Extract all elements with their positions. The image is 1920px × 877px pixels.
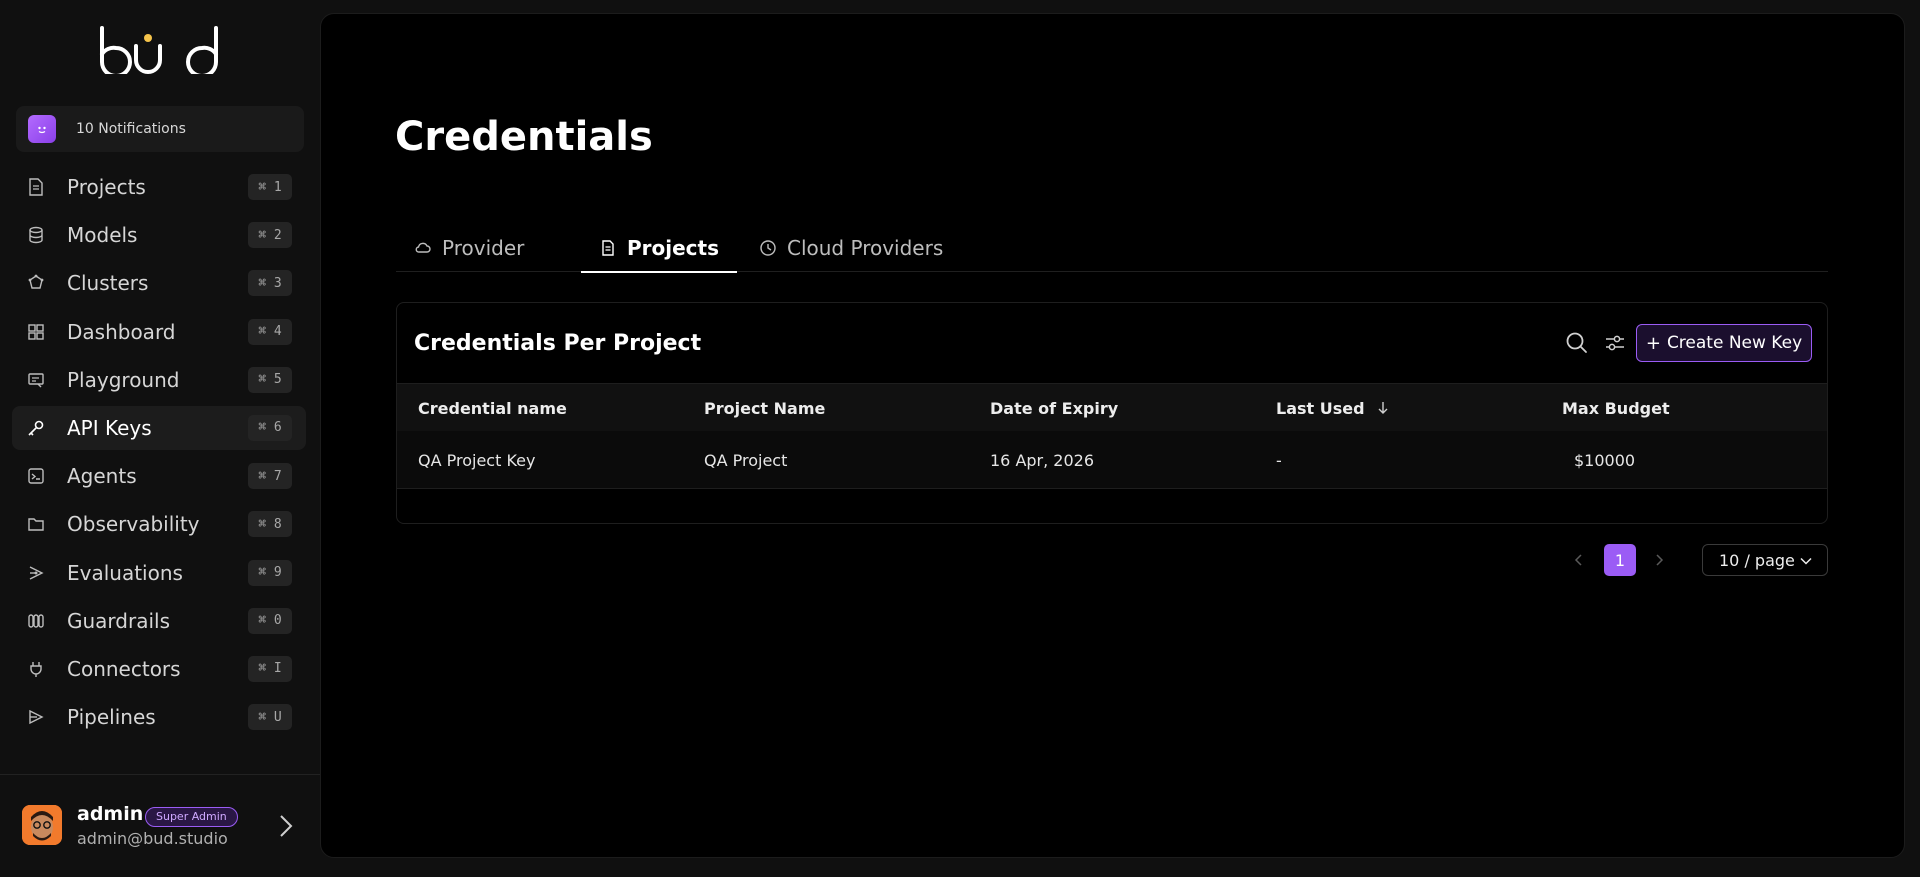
clock-icon bbox=[760, 240, 776, 256]
plug-icon bbox=[30, 661, 42, 677]
cell-project-name: QA Project bbox=[704, 450, 788, 470]
sidebar-item-label: Evaluations bbox=[67, 560, 183, 585]
chevron-down-icon bbox=[1800, 557, 1812, 565]
cluster-icon bbox=[28, 274, 44, 290]
cell-last-used: - bbox=[1276, 450, 1282, 470]
column-header-label: Last Used bbox=[1276, 398, 1365, 418]
sidebar-item-pipelines[interactable]: Pipelines ⌘ U bbox=[12, 695, 306, 739]
shortcut-badge: ⌘ 3 bbox=[248, 270, 292, 297]
column-header-project-name[interactable]: Project Name bbox=[704, 384, 825, 432]
chevron-left-icon[interactable] bbox=[1571, 552, 1587, 568]
sidebar-item-projects[interactable]: Projects ⌘ 1 bbox=[12, 165, 306, 209]
sidebar-item-label: Guardrails bbox=[67, 608, 171, 633]
guardrails-icon bbox=[28, 613, 44, 628]
table-row[interactable]: QA Project Key QA Project 16 Apr, 2026 -… bbox=[397, 431, 1827, 489]
sidebar-item-evaluations[interactable]: Evaluations ⌘ 9 bbox=[12, 551, 306, 595]
sidebar-item-connectors[interactable]: Connectors ⌘ I bbox=[12, 647, 306, 691]
sort-arrow-down-icon[interactable] bbox=[1377, 401, 1389, 415]
tab-bar: Provider Projects Cloud Providers bbox=[396, 224, 1828, 273]
column-header-credential-name[interactable]: Credential name bbox=[418, 384, 567, 432]
create-new-key-label: Create New Key bbox=[1666, 333, 1803, 353]
shortcut-badge: ⌘ U bbox=[248, 704, 292, 731]
sidebar-item-label: Models bbox=[67, 223, 138, 248]
notification-bell-icon bbox=[28, 115, 56, 143]
terminal-icon bbox=[28, 468, 44, 484]
sidebar-nav: Projects ⌘ 1 Models ⌘ 2 Clusters ⌘ 3 Dashboard… bbox=[12, 165, 306, 743]
shortcut-badge: ⌘ 9 bbox=[248, 559, 292, 586]
column-header-date-of-expiry[interactable]: Date of Expiry bbox=[990, 384, 1118, 432]
plus-icon: + bbox=[1645, 332, 1661, 354]
shortcut-badge: ⌘ 1 bbox=[248, 174, 292, 200]
sidebar: 10 Notifications Projects ⌘ 1 Models ⌘ 2 Clu… bbox=[0, 0, 320, 877]
avatar bbox=[22, 805, 62, 845]
page-title: Credentials bbox=[395, 114, 653, 160]
user-profile[interactable]: admin Super Admin admin@bud.studio bbox=[0, 774, 320, 877]
shortcut-badge: ⌘ 6 bbox=[248, 414, 292, 441]
column-header-max-budget[interactable]: Max Budget bbox=[1562, 384, 1670, 432]
create-new-key-button[interactable]: + Create New Key bbox=[1636, 324, 1812, 362]
shortcut-badge: ⌘ 5 bbox=[248, 366, 292, 393]
chevron-right-icon[interactable] bbox=[1651, 552, 1667, 568]
evaluation-icon bbox=[29, 565, 44, 580]
cloud-icon bbox=[415, 242, 431, 253]
shortcut-badge: ⌘ 4 bbox=[248, 318, 292, 345]
tab-cloud-providers[interactable]: Cloud Providers bbox=[759, 224, 943, 272]
document-icon bbox=[29, 178, 43, 196]
notifications-label: 10 Notifications bbox=[76, 121, 186, 137]
user-name: admin bbox=[77, 803, 144, 825]
sidebar-item-observability[interactable]: Observability ⌘ 8 bbox=[12, 502, 306, 546]
tab-provider[interactable]: Provider bbox=[414, 224, 524, 272]
page-size-select[interactable]: 10 / page bbox=[1702, 544, 1828, 576]
shortcut-badge: ⌘ I bbox=[248, 655, 292, 682]
sidebar-item-api-keys[interactable]: API Keys ⌘ 6 bbox=[12, 405, 306, 450]
shortcut-badge: ⌘ 8 bbox=[248, 511, 292, 538]
sidebar-item-label: Playground bbox=[67, 367, 180, 392]
playground-icon bbox=[28, 373, 44, 388]
sidebar-item-clusters[interactable]: Clusters ⌘ 3 bbox=[12, 261, 306, 305]
key-icon bbox=[28, 420, 44, 436]
folder-icon bbox=[28, 518, 44, 532]
sidebar-item-playground[interactable]: Playground ⌘ 5 bbox=[12, 358, 306, 402]
sidebar-item-agents[interactable]: Agents ⌘ 7 bbox=[12, 454, 306, 498]
main-panel: Credentials Provider Projects Cloud Prov… bbox=[320, 13, 1905, 858]
page-number-current[interactable]: 1 bbox=[1604, 544, 1636, 576]
user-email: admin@bud.studio bbox=[77, 829, 228, 848]
tab-label: Cloud Providers bbox=[787, 236, 944, 260]
table-header: Credential name Project Name Date of Exp… bbox=[397, 383, 1827, 431]
credentials-card: Credentials Per Project + Create New Key… bbox=[396, 302, 1828, 524]
sidebar-item-guardrails[interactable]: Guardrails ⌘ 0 bbox=[12, 599, 306, 643]
card-title: Credentials Per Project bbox=[414, 331, 702, 356]
filter-sliders-icon[interactable] bbox=[1602, 330, 1628, 356]
notifications-button[interactable]: 10 Notifications bbox=[16, 106, 304, 152]
tab-label: Projects bbox=[627, 236, 720, 260]
shortcut-badge: ⌘ 2 bbox=[248, 222, 292, 249]
chevron-right-icon[interactable] bbox=[278, 813, 294, 839]
cell-date-of-expiry: 16 Apr, 2026 bbox=[990, 450, 1095, 470]
sidebar-item-label: API Keys bbox=[67, 415, 152, 440]
sidebar-item-label: Clusters bbox=[67, 271, 149, 296]
role-badge: Super Admin bbox=[145, 807, 238, 827]
sidebar-item-label: Projects bbox=[67, 175, 146, 199]
database-icon bbox=[29, 226, 43, 244]
sidebar-item-models[interactable]: Models ⌘ 2 bbox=[12, 213, 306, 257]
tab-projects[interactable]: Projects bbox=[581, 224, 738, 273]
sidebar-item-label: Pipelines bbox=[67, 705, 156, 730]
pipeline-icon bbox=[29, 709, 44, 725]
grid-icon bbox=[28, 323, 44, 340]
document-icon bbox=[602, 240, 614, 256]
tab-label: Provider bbox=[442, 236, 525, 260]
sidebar-item-label: Connectors bbox=[67, 656, 181, 681]
sidebar-item-dashboard[interactable]: Dashboard ⌘ 4 bbox=[12, 310, 306, 354]
cell-credential-name[interactable]: QA Project Key bbox=[418, 431, 535, 489]
column-header-last-used[interactable]: Last Used bbox=[1276, 384, 1389, 432]
shortcut-badge: ⌘ 7 bbox=[248, 463, 292, 490]
sidebar-item-label: Dashboard bbox=[67, 319, 176, 344]
shortcut-badge: ⌘ 0 bbox=[248, 607, 292, 634]
bud-logo[interactable] bbox=[96, 24, 222, 74]
sidebar-item-label: Agents bbox=[67, 464, 137, 489]
sidebar-item-label: Observability bbox=[67, 512, 200, 537]
page-size-value: 10 / page bbox=[1719, 550, 1795, 570]
cell-max-budget: $10000 bbox=[1574, 450, 1636, 470]
search-icon[interactable] bbox=[1564, 330, 1590, 356]
